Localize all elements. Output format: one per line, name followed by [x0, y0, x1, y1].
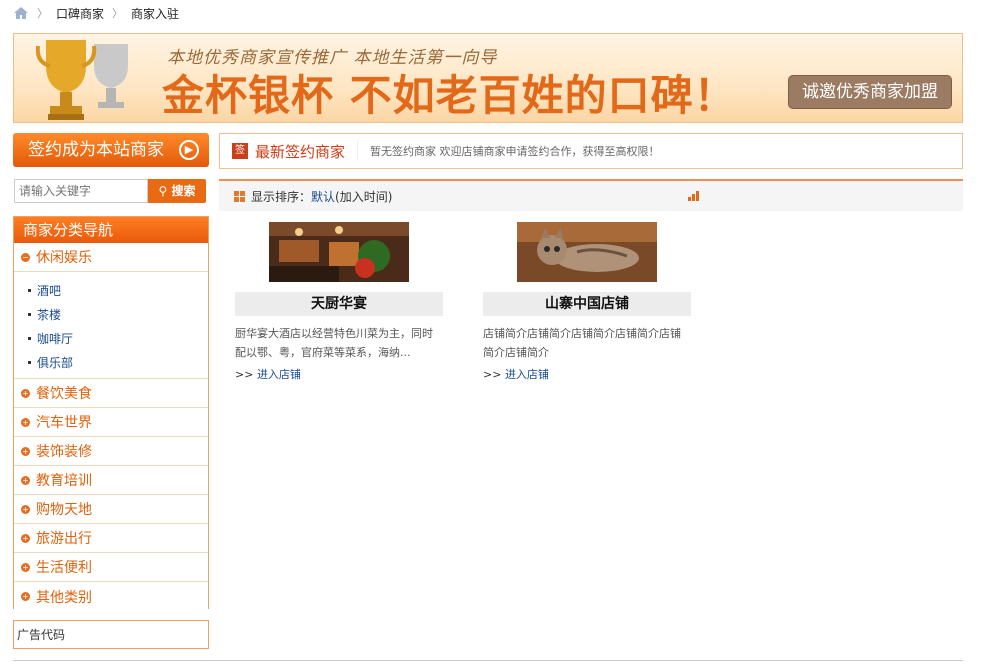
shop-description: 店铺简介店铺简介店铺简介店铺简介店铺简介店铺简介: [483, 327, 681, 359]
ad-slot: 广告代码: [13, 620, 209, 649]
shop-description: 厨华宴大酒店以经营特色川菜为主，同时配以鄂、粤，官府菜等菜系，海纳...: [235, 327, 433, 359]
join-merchant-button[interactable]: 诚邀优秀商家加盟: [788, 75, 952, 109]
link-prefix: >>: [483, 368, 505, 381]
sign-badge-icon: 签: [232, 143, 248, 159]
subcategory-link[interactable]: 咖啡厅: [37, 330, 73, 347]
shop-card: 天厨华宴 厨华宴大酒店以经营特色川菜为主，同时配以鄂、粤，官府菜等菜系，海纳..…: [235, 222, 443, 382]
plus-icon: +: [21, 446, 30, 456]
newest-merchants-bar: 签 最新签约商家 暂无签约商家 欢迎店铺商家申请签约合作，获得至高权限！: [219, 133, 963, 169]
sort-suffix: (加入时间): [335, 189, 393, 204]
category-item-leisure[interactable]: − 休闲娱乐: [14, 243, 208, 272]
sort-label: 显示排序：默认(加入时间): [251, 188, 392, 205]
sign-merchant-button[interactable]: 签约成为本站商家 ▶: [13, 133, 209, 167]
trophy-icon: [36, 40, 128, 120]
category-item[interactable]: + 生活便利: [14, 553, 208, 582]
search-button-label: 搜索: [171, 184, 196, 198]
category-label: 其他类别: [36, 589, 92, 606]
grid-icon: [234, 190, 245, 202]
subcategory-link[interactable]: 茶楼: [37, 306, 61, 323]
category-label: 休闲娱乐: [36, 250, 92, 266]
divider: [357, 141, 359, 161]
sort-prefix: 显示排序：: [251, 189, 312, 204]
breadcrumb-separator: 〉: [112, 7, 124, 20]
plus-icon: +: [21, 533, 30, 543]
category-label: 生活便利: [36, 560, 92, 576]
search-button[interactable]: ⚲ 搜索: [148, 179, 206, 203]
bullet-icon: [28, 336, 31, 340]
plus-icon: +: [21, 388, 30, 398]
breadcrumb-item-current: 商家入驻: [131, 6, 180, 21]
sign-merchant-label: 签约成为本站商家: [28, 140, 164, 160]
category-label: 旅游出行: [36, 531, 92, 547]
breadcrumb-separator: 〉: [37, 7, 48, 20]
category-item[interactable]: + 其他类别: [14, 582, 208, 611]
search-bar: ⚲ 搜索: [14, 179, 208, 203]
plus-icon: +: [21, 562, 30, 572]
shop-link-row: >> 进入店铺: [483, 366, 691, 382]
subcategory-item[interactable]: 茶楼: [28, 302, 208, 326]
promo-banner: 本地优秀商家宣传推广 本地生活第一向导 金杯银杯 不如老百姓的口碑！ 诚邀优秀商…: [13, 33, 963, 123]
ad-label: 广告代码: [17, 628, 66, 642]
bullet-icon: [28, 360, 31, 364]
footer-divider: [13, 660, 963, 661]
category-item[interactable]: + 购物天地: [14, 495, 208, 524]
breadcrumb: 〉 口碑商家 〉 商家入驻: [13, 4, 179, 22]
plus-icon: +: [21, 475, 30, 485]
minus-icon: −: [21, 252, 30, 262]
sort-default-link[interactable]: 默认: [311, 190, 335, 204]
home-icon[interactable]: [13, 6, 29, 20]
category-label: 餐饮美食: [36, 386, 92, 402]
shop-link-row: >> 进入店铺: [235, 366, 443, 382]
category-label: 装饰装修: [36, 444, 92, 460]
search-icon: ⚲: [158, 184, 168, 198]
subcategory-item[interactable]: 咖啡厅: [28, 326, 208, 350]
category-item[interactable]: + 汽车世界: [14, 408, 208, 437]
bullet-icon: [28, 288, 31, 292]
subcategory-item[interactable]: 俱乐部: [28, 350, 208, 374]
sort-bar: 显示排序：默认(加入时间): [219, 179, 963, 211]
category-item[interactable]: + 餐饮美食: [14, 379, 208, 408]
shop-image[interactable]: [269, 222, 409, 282]
restaurant-photo: [269, 222, 409, 282]
kitten-photo: [517, 222, 657, 282]
shop-image[interactable]: [517, 222, 657, 282]
plus-icon: +: [21, 504, 30, 514]
shop-name[interactable]: 天厨华宴: [235, 292, 443, 316]
plus-icon: +: [21, 592, 30, 601]
category-label: 教育培训: [36, 473, 92, 489]
subcategory-link[interactable]: 俱乐部: [37, 354, 73, 371]
category-item[interactable]: + 教育培训: [14, 466, 208, 495]
bar-chart-icon[interactable]: [688, 191, 700, 201]
plus-icon: +: [21, 417, 30, 427]
enter-shop-link[interactable]: 进入店铺: [505, 368, 549, 381]
category-item[interactable]: + 旅游出行: [14, 524, 208, 553]
subcategory-item[interactable]: 酒吧: [28, 278, 208, 302]
banner-slogan: 金杯银杯 不如老百姓的口碑！: [162, 71, 737, 120]
newest-merchants-title: 最新签约商家: [255, 142, 346, 161]
enter-shop-link[interactable]: 进入店铺: [257, 368, 301, 381]
category-nav-title: 商家分类导航: [14, 217, 208, 243]
category-label: 购物天地: [36, 502, 92, 518]
subcategory-list: 酒吧 茶楼 咖啡厅 俱乐部: [14, 272, 208, 379]
breadcrumb-item[interactable]: 口碑商家: [56, 5, 104, 22]
subcategory-link[interactable]: 酒吧: [37, 282, 61, 299]
newest-merchants-note: 暂无签约商家 欢迎店铺商家申请签约合作，获得至高权限！: [370, 145, 660, 158]
link-prefix: >>: [235, 368, 257, 381]
shop-name[interactable]: 山寨中国店铺: [483, 292, 691, 316]
category-nav: 商家分类导航 − 休闲娱乐 酒吧 茶楼 咖啡厅 俱乐部 + 餐饮美食 + 汽车世界 …: [13, 216, 209, 611]
bullet-icon: [28, 312, 31, 316]
category-item[interactable]: + 装饰装修: [14, 437, 208, 466]
shop-card: 山寨中国店铺 店铺简介店铺简介店铺简介店铺简介店铺简介店铺简介 >> 进入店铺: [483, 222, 691, 382]
search-input[interactable]: [14, 179, 148, 203]
category-label: 汽车世界: [36, 415, 92, 431]
arrow-right-icon: ▶: [179, 140, 199, 160]
